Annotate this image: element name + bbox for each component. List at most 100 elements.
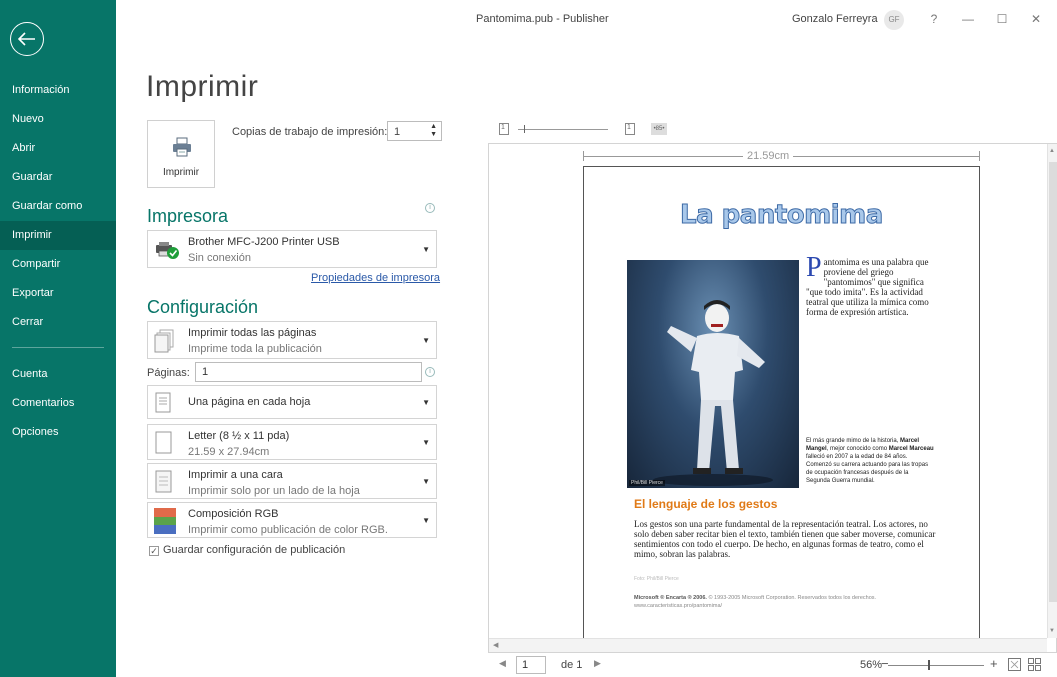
publication-footer: Microsoft ® Encarta ® 2006. © 1993-2005 … (634, 594, 944, 610)
backstage-sidebar: Información Nuevo Abrir Guardar Guardar … (0, 0, 116, 677)
horizontal-scrollbar[interactable]: ◀ (489, 638, 1047, 652)
print-button-label: Imprimir (162, 167, 200, 178)
paper-size-subtitle: 21.59 x 27.94cm (188, 446, 270, 458)
zoom-level[interactable]: 56% (860, 659, 882, 671)
ruler-tick-right (979, 151, 980, 161)
page-number-input[interactable]: 1 (516, 656, 546, 674)
pages-range-dropdown[interactable]: Imprimir todas las páginas Imprime toda … (147, 321, 437, 359)
save-settings-checkbox[interactable]: ✓ Guardar configuración de publicación (149, 544, 345, 556)
footer-bold: Microsoft ® Encarta ® 2006. (634, 595, 707, 601)
toolbar-page-a: 1 (501, 124, 505, 131)
next-page-icon[interactable]: ▶ (594, 658, 601, 669)
preview-page: La pantomima Phil/Bill Pierce Pantomima … (583, 166, 980, 642)
intro-text: antomima es una palabra que proviene del… (806, 257, 929, 317)
scroll-left-icon[interactable]: ◀ (493, 641, 498, 649)
spin-arrows-icon[interactable]: ▲ ▼ (430, 123, 437, 139)
fit-page-icon[interactable] (1008, 658, 1021, 671)
photo-credit-overlay: Phil/Bill Pierce (629, 480, 665, 486)
sidebar-nav: Información Nuevo Abrir Guardar Guardar … (0, 76, 116, 447)
paper-size-title: Letter (8 ½ x 11 pda) (188, 430, 290, 442)
footer-text: © 1993-2005 Microsoft Corporation. Reser… (706, 595, 877, 601)
user-name[interactable]: Gonzalo Ferreyra (792, 13, 878, 25)
zoom-out-icon[interactable]: − (881, 656, 889, 671)
color-title: Composición RGB (188, 508, 279, 520)
color-subtitle: Imprimir como publicación de color RGB. (188, 524, 388, 536)
back-button[interactable] (10, 22, 44, 56)
sidebar-item-comentarios[interactable]: Comentarios (0, 389, 116, 418)
sidebar-item-informacion[interactable]: Información (0, 76, 116, 105)
info-icon[interactable]: i (425, 203, 435, 213)
chevron-down-icon: ▼ (422, 245, 430, 254)
printer-dropdown[interactable]: Brother MFC-J200 Printer USB Sin conexió… (147, 230, 437, 268)
printer-icon (173, 137, 191, 157)
copies-value: 1 (394, 126, 401, 138)
pages-input[interactable]: 1 (195, 362, 422, 382)
publication-subheading: El lenguaje de los gestos (634, 497, 778, 511)
maximize-button[interactable]: ☐ (992, 9, 1012, 29)
multi-page-view-icon[interactable] (1028, 658, 1041, 671)
one-page-per-sheet-icon (155, 392, 171, 413)
printer-name: Brother MFC-J200 Printer USB (188, 236, 340, 248)
sidebar-item-guardar[interactable]: Guardar (0, 163, 116, 192)
zoom-slider-thumb[interactable] (928, 660, 931, 670)
sides-title: Imprimir a una cara (188, 469, 283, 481)
scroll-up-icon[interactable]: ▲ (1049, 148, 1055, 154)
sidebar-item-abrir[interactable]: Abrir (0, 134, 116, 163)
pages-range-title: Imprimir todas las páginas (188, 327, 317, 339)
zoom-slider[interactable] (888, 665, 984, 666)
sidebar-item-exportar[interactable]: Exportar (0, 279, 116, 308)
settings-section-title: Configuración (147, 297, 259, 317)
photo-caption: El más grande mimo de la historia, Marce… (806, 437, 934, 485)
sidebar-divider (12, 347, 104, 348)
drop-cap: P (806, 252, 822, 283)
layout-dropdown[interactable]: Una página en cada hoja ▼ (147, 385, 437, 419)
pages-range-subtitle: Imprime toda la publicación (188, 343, 322, 355)
width-ruler: 21.59cm (583, 150, 980, 163)
pages-label: Páginas: (147, 367, 190, 379)
sidebar-item-guardar-como[interactable]: Guardar como (0, 192, 116, 221)
paper-size-dropdown[interactable]: Letter (8 ½ x 11 pda) 21.59 x 27.94cm ▼ (147, 424, 437, 460)
previous-page-icon[interactable]: ◀ (499, 658, 506, 669)
sidebar-item-compartir[interactable]: Compartir (0, 250, 116, 279)
toolbar-slider[interactable] (518, 129, 608, 130)
ruler-tick-left (583, 151, 584, 161)
sidebar-item-opciones[interactable]: Opciones (0, 418, 116, 447)
footer-url: www.caracteristicas.pro/pantomima/ (634, 603, 723, 609)
sidebar-item-cerrar[interactable]: Cerrar (0, 308, 116, 337)
copies-stepper[interactable]: 1 ▲ ▼ (387, 121, 442, 141)
copies-label: Copias de trabajo de impresión: (232, 126, 388, 138)
credit-line: Foto: Phil/Bill Pierce (634, 576, 679, 582)
help-button[interactable]: ? (924, 9, 944, 29)
zoom-in-icon[interactable]: + (990, 656, 998, 671)
sidebar-item-cuenta[interactable]: Cuenta (0, 360, 116, 389)
mime-figure-image (653, 300, 773, 486)
close-button[interactable]: ✕ (1026, 9, 1046, 29)
chevron-down-icon: ▼ (422, 398, 430, 407)
scroll-down-icon[interactable]: ▼ (1049, 628, 1055, 634)
caption-text-1: El más grande mimo de la historia, (806, 438, 901, 444)
avatar[interactable]: GF (884, 10, 904, 30)
checkmark-icon: ✓ (149, 546, 159, 556)
sidebar-item-imprimir[interactable]: Imprimir (0, 221, 116, 250)
color-dropdown[interactable]: Composición RGB Imprimir como publicació… (147, 502, 437, 538)
publication-title: La pantomima (680, 200, 884, 231)
info-icon[interactable]: i (425, 367, 435, 377)
printer-section-title: Impresora (147, 206, 229, 226)
preview-toolbar: 1 1 •85• (488, 122, 1028, 140)
sides-subtitle: Imprimir solo por un lado de la hoja (188, 485, 360, 497)
vertical-scrollbar[interactable]: ▲ ▼ (1047, 144, 1057, 638)
multi-page-icon[interactable]: •85• (651, 123, 667, 135)
save-settings-label: Guardar configuración de publicación (163, 544, 346, 556)
caption-bold-2: Marcel Marceau (888, 446, 934, 452)
minimize-button[interactable]: — (958, 9, 978, 29)
print-button[interactable]: Imprimir (147, 120, 215, 188)
printer-properties-link[interactable]: Propiedades de impresora (311, 272, 440, 284)
sidebar-item-nuevo[interactable]: Nuevo (0, 105, 116, 134)
sides-dropdown[interactable]: Imprimir a una cara Imprimir solo por un… (147, 463, 437, 499)
toolbar-page-b: 1 (627, 124, 631, 131)
toolbar-slider-thumb[interactable] (524, 125, 525, 133)
printer-status-icon (156, 242, 179, 259)
publication-body: Los gestos son una parte fundamental de … (634, 519, 936, 559)
scrollbar-thumb[interactable] (1049, 162, 1057, 602)
caption-text-2: , mejor conocido como (826, 446, 889, 452)
